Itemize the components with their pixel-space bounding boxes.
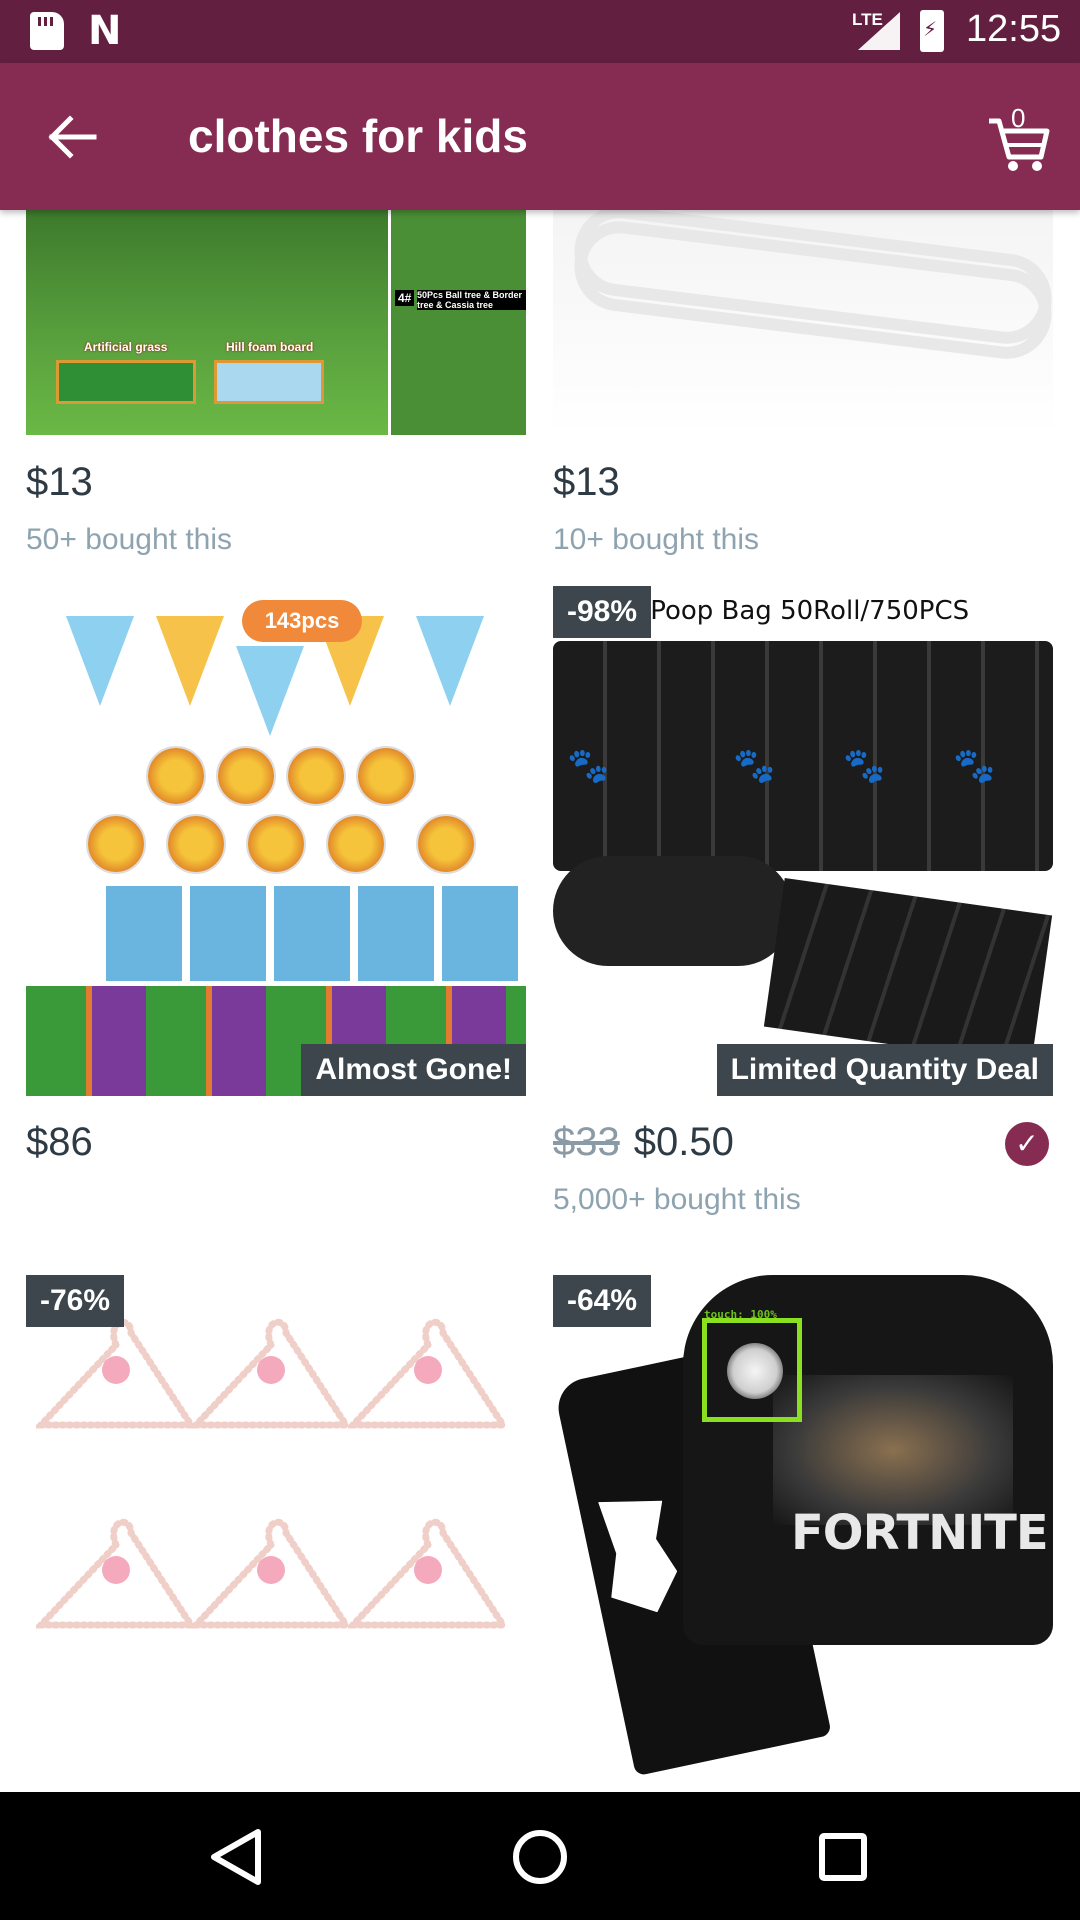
discount-badge: -64% bbox=[553, 1275, 652, 1327]
status-bar: N LTE 12:55 bbox=[0, 0, 1080, 63]
product-image-pet-poop-bags[interactable]: Pet Poop Bag 50Roll/750PCS 🐾 🐾 🐾 🐾 -98% … bbox=[553, 586, 1053, 1096]
navigation-bar bbox=[0, 1792, 1080, 1920]
pieces-count-label: 143pcs bbox=[242, 600, 362, 642]
product-image-fortnite-hoodie-set[interactable]: FORTNITE -64% bbox=[553, 1275, 1053, 1792]
pearl-hanger bbox=[36, 1518, 196, 1629]
discount-badge: -76% bbox=[26, 1275, 125, 1327]
pennant-flag bbox=[236, 646, 304, 736]
image-caption: Pet Poop Bag 50Roll/750PCS bbox=[601, 596, 970, 626]
product-card[interactable]: -76% bbox=[26, 1275, 526, 1792]
recents-square-icon[interactable] bbox=[808, 1822, 878, 1892]
product-card[interactable]: $13 10+ bought this bbox=[553, 210, 1053, 560]
pearl-hanger bbox=[191, 1518, 351, 1629]
search-title[interactable]: clothes for kids bbox=[188, 109, 528, 163]
pearl-hanger bbox=[191, 1318, 351, 1429]
pennant-flag bbox=[416, 616, 484, 706]
paw-print-icon: 🐾 bbox=[733, 747, 776, 785]
pennant-flag bbox=[66, 616, 134, 706]
hoodie-artwork bbox=[773, 1375, 1013, 1525]
deal-badge: Limited Quantity Deal bbox=[716, 1044, 1053, 1096]
sd-card-icon bbox=[30, 12, 64, 50]
product-image-white-hangers[interactable] bbox=[553, 210, 1053, 435]
party-plate bbox=[356, 746, 416, 806]
party-cards bbox=[106, 886, 526, 981]
back-arrow-icon[interactable] bbox=[40, 105, 104, 169]
pearl-hanger bbox=[348, 1318, 508, 1429]
loose-bags bbox=[763, 877, 1053, 1065]
foam-board-swatch bbox=[214, 360, 324, 404]
touch-indicator-box bbox=[702, 1318, 802, 1422]
product-card[interactable]: 143pcs Almost Gone! $86 bbox=[26, 586, 526, 1164]
image-caption: 4# bbox=[395, 290, 415, 306]
sale-price: $0.50 bbox=[633, 1120, 734, 1164]
paw-print-icon: 🐾 bbox=[953, 747, 996, 785]
app-bar: clothes for kids 0 bbox=[0, 63, 1080, 210]
product-price: $86 bbox=[26, 1120, 93, 1164]
discount-badge: -98% bbox=[553, 586, 652, 638]
bought-count: 50+ bought this bbox=[26, 523, 233, 556]
pearl-hanger bbox=[36, 1318, 196, 1429]
cart-count-badge: 0 bbox=[1011, 103, 1026, 133]
party-plate bbox=[246, 814, 306, 874]
image-caption: Hill foam board bbox=[226, 340, 314, 354]
pearl-hanger bbox=[348, 1518, 508, 1629]
product-price: $13 bbox=[26, 460, 93, 504]
original-price: $33 bbox=[553, 1120, 620, 1164]
party-plate bbox=[166, 814, 226, 874]
party-plate bbox=[146, 746, 206, 806]
signal-icon bbox=[858, 12, 900, 50]
battery-charging-icon bbox=[920, 10, 944, 52]
party-plate bbox=[416, 814, 476, 874]
clock: 12:55 bbox=[966, 8, 1062, 50]
product-card[interactable]: Artificial grass Hill foam board 4# 50Pc… bbox=[26, 210, 526, 560]
product-image-miniature-trees[interactable]: Artificial grass Hill foam board 4# 50Pc… bbox=[26, 210, 526, 435]
party-plate bbox=[86, 814, 146, 874]
party-plate bbox=[216, 746, 276, 806]
product-card[interactable]: Pet Poop Bag 50Roll/750PCS 🐾 🐾 🐾 🐾 -98% … bbox=[553, 586, 1053, 1226]
product-price: $33 $0.50 bbox=[553, 1120, 734, 1165]
artificial-grass-swatch bbox=[56, 360, 196, 404]
pennant-flag bbox=[156, 616, 224, 706]
party-plate bbox=[326, 814, 386, 874]
bought-count: 5,000+ bought this bbox=[553, 1183, 801, 1216]
paw-print-icon: 🐾 bbox=[843, 747, 886, 785]
party-plate bbox=[286, 746, 346, 806]
product-price: $13 bbox=[553, 460, 620, 504]
n-notification-icon: N bbox=[88, 8, 122, 54]
product-image-winnie-the-pooh-party-set[interactable]: 143pcs Almost Gone! bbox=[26, 586, 526, 1096]
product-card[interactable]: FORTNITE -64% bbox=[553, 1275, 1053, 1792]
paw-print-icon: 🐾 bbox=[567, 747, 610, 785]
tree-variants-panel: 4# 50Pcs Ball tree & Border tree & Cassi… bbox=[388, 210, 526, 435]
product-grid[interactable]: Artificial grass Hill foam board 4# 50Pc… bbox=[0, 210, 1080, 1792]
image-caption: Artificial grass bbox=[84, 340, 168, 354]
touch-point-icon bbox=[727, 1343, 783, 1399]
bought-count: 10+ bought this bbox=[553, 523, 760, 556]
hoodie-logo-text: FORTNITE bbox=[791, 1505, 1049, 1561]
deal-badge: Almost Gone! bbox=[301, 1044, 526, 1096]
home-circle-icon[interactable] bbox=[505, 1822, 575, 1892]
product-image-pink-pearl-hangers[interactable]: -76% bbox=[26, 1275, 526, 1792]
image-caption: 50Pcs Ball tree & Border tree & Cassia t… bbox=[417, 290, 526, 310]
bone-dispenser bbox=[553, 856, 793, 966]
back-triangle-icon[interactable] bbox=[200, 1822, 270, 1892]
verified-check-icon: ✓ bbox=[1005, 1122, 1049, 1166]
